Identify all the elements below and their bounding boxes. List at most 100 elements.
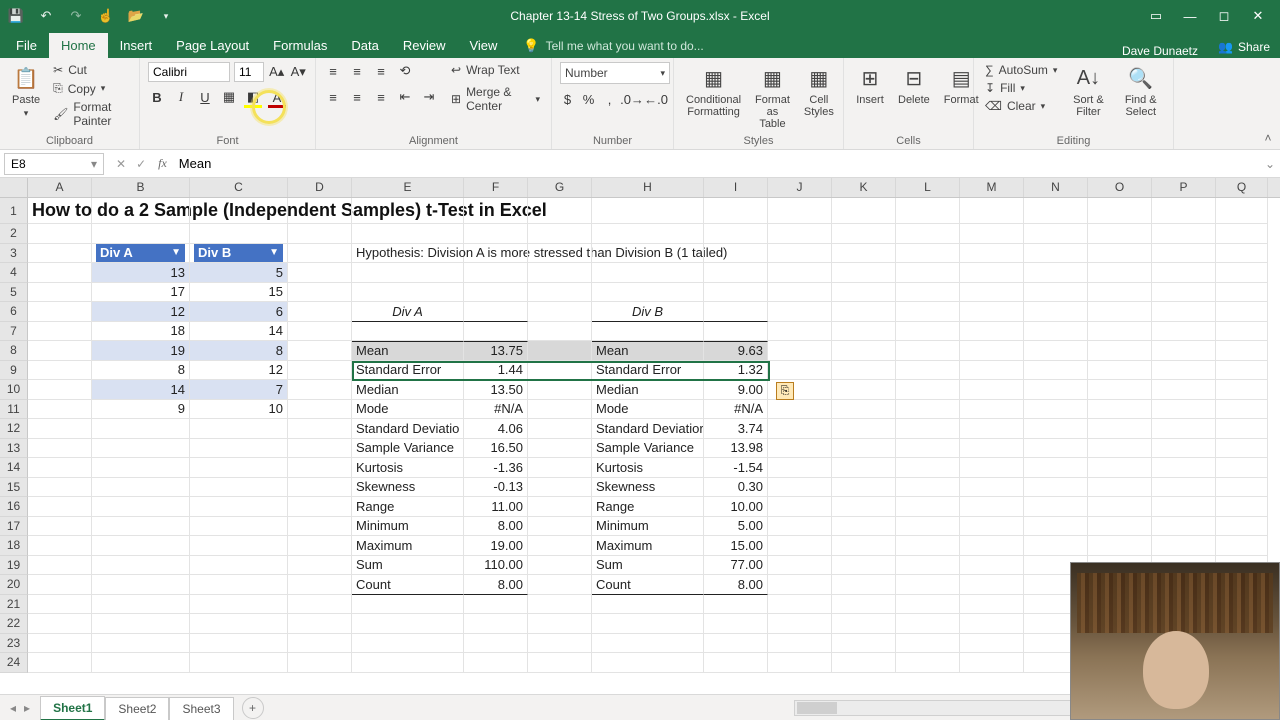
- cell[interactable]: [92, 517, 190, 537]
- cell[interactable]: [960, 263, 1024, 283]
- cell[interactable]: [1088, 517, 1152, 537]
- cell[interactable]: [592, 653, 704, 673]
- cell[interactable]: [1152, 478, 1216, 498]
- cell[interactable]: [464, 653, 528, 673]
- cell[interactable]: [1024, 361, 1088, 381]
- cell[interactable]: Maximum: [352, 536, 464, 556]
- cell[interactable]: [896, 536, 960, 556]
- cell[interactable]: [896, 595, 960, 615]
- increase-font-icon[interactable]: A▴: [268, 63, 286, 81]
- cell[interactable]: [464, 634, 528, 654]
- cell[interactable]: [352, 283, 464, 303]
- cell[interactable]: [832, 244, 896, 264]
- cell[interactable]: [832, 458, 896, 478]
- row-header-4[interactable]: 4: [0, 263, 28, 283]
- cell[interactable]: [528, 400, 592, 420]
- cell[interactable]: [1152, 439, 1216, 459]
- cell[interactable]: -1.36: [464, 458, 528, 478]
- select-all-corner[interactable]: [0, 178, 28, 197]
- cell[interactable]: [528, 263, 592, 283]
- col-header-E[interactable]: E: [352, 178, 464, 197]
- cell[interactable]: Standard Deviatio: [352, 419, 464, 439]
- decrease-decimal-icon[interactable]: ←.0: [647, 90, 665, 108]
- cell[interactable]: [1088, 283, 1152, 303]
- cell[interactable]: [960, 517, 1024, 537]
- wrap-text-button[interactable]: ↩Wrap Text: [448, 62, 543, 78]
- cell[interactable]: [768, 556, 832, 576]
- cell[interactable]: [528, 478, 592, 498]
- cell[interactable]: [464, 614, 528, 634]
- row-header-1[interactable]: 1: [0, 198, 28, 224]
- minimize-icon[interactable]: ―: [1182, 8, 1198, 24]
- cell[interactable]: 8.00: [464, 517, 528, 537]
- table-header-div-b[interactable]: Div B▼: [190, 244, 288, 264]
- cell[interactable]: [1152, 458, 1216, 478]
- cell[interactable]: [1216, 439, 1268, 459]
- cell[interactable]: [464, 302, 528, 322]
- cell[interactable]: [190, 536, 288, 556]
- cell[interactable]: [1024, 419, 1088, 439]
- cancel-formula-icon[interactable]: ✕: [116, 157, 126, 171]
- row-header-15[interactable]: 15: [0, 478, 28, 498]
- cell[interactable]: [960, 556, 1024, 576]
- cell[interactable]: [92, 478, 190, 498]
- cell[interactable]: [1216, 322, 1268, 342]
- cell[interactable]: [288, 439, 352, 459]
- cell[interactable]: 15.00: [704, 536, 768, 556]
- cell[interactable]: [288, 361, 352, 381]
- formula-input[interactable]: [175, 153, 1260, 175]
- cell[interactable]: [1088, 400, 1152, 420]
- cell[interactable]: [190, 419, 288, 439]
- sheet-next-icon[interactable]: ▸: [24, 701, 30, 715]
- cell[interactable]: [1024, 439, 1088, 459]
- cell[interactable]: Median: [352, 380, 464, 400]
- cell[interactable]: [768, 458, 832, 478]
- redo-icon[interactable]: ↷: [68, 8, 84, 24]
- cell[interactable]: [1216, 198, 1268, 224]
- cell[interactable]: [28, 575, 92, 595]
- cell[interactable]: [832, 575, 896, 595]
- sheet-tab-3[interactable]: Sheet3: [169, 697, 233, 720]
- cell[interactable]: [1024, 198, 1088, 224]
- orientation-icon[interactable]: ⟲: [396, 62, 414, 80]
- cell[interactable]: [1152, 224, 1216, 244]
- cell[interactable]: [1024, 536, 1088, 556]
- cell[interactable]: 19: [92, 341, 190, 361]
- cell[interactable]: [1216, 244, 1268, 264]
- border-button[interactable]: ▦: [220, 88, 238, 106]
- cell[interactable]: [352, 322, 464, 342]
- cell[interactable]: [1088, 224, 1152, 244]
- cell[interactable]: 1.32: [704, 361, 768, 381]
- row-header-17[interactable]: 17: [0, 517, 28, 537]
- cell[interactable]: [592, 614, 704, 634]
- user-name[interactable]: Dave Dunaetz: [1112, 44, 1208, 58]
- col-header-I[interactable]: I: [704, 178, 768, 197]
- tab-file[interactable]: File: [4, 33, 49, 58]
- cell[interactable]: 3.74: [704, 419, 768, 439]
- row-header-16[interactable]: 16: [0, 497, 28, 517]
- cell[interactable]: 77.00: [704, 556, 768, 576]
- merge-center-button[interactable]: ⊞Merge & Center▾: [448, 84, 543, 114]
- cell[interactable]: [1024, 497, 1088, 517]
- cell[interactable]: [768, 575, 832, 595]
- cell[interactable]: [768, 341, 832, 361]
- cell[interactable]: [1152, 517, 1216, 537]
- cell[interactable]: [960, 400, 1024, 420]
- cell[interactable]: [288, 497, 352, 517]
- cell[interactable]: [768, 400, 832, 420]
- cell[interactable]: [768, 302, 832, 322]
- cell[interactable]: [896, 283, 960, 303]
- cell[interactable]: [92, 458, 190, 478]
- cell[interactable]: [832, 536, 896, 556]
- italic-button[interactable]: I: [172, 88, 190, 106]
- tell-me[interactable]: 💡Tell me what you want to do...: [515, 34, 711, 58]
- cell[interactable]: 9.63: [704, 341, 768, 361]
- tab-page-layout[interactable]: Page Layout: [164, 33, 261, 58]
- cell[interactable]: [288, 575, 352, 595]
- cell[interactable]: Sample Variance: [352, 439, 464, 459]
- cell[interactable]: [1088, 478, 1152, 498]
- cell[interactable]: [1088, 302, 1152, 322]
- cell[interactable]: [528, 419, 592, 439]
- cell[interactable]: [1216, 458, 1268, 478]
- cell[interactable]: [288, 634, 352, 654]
